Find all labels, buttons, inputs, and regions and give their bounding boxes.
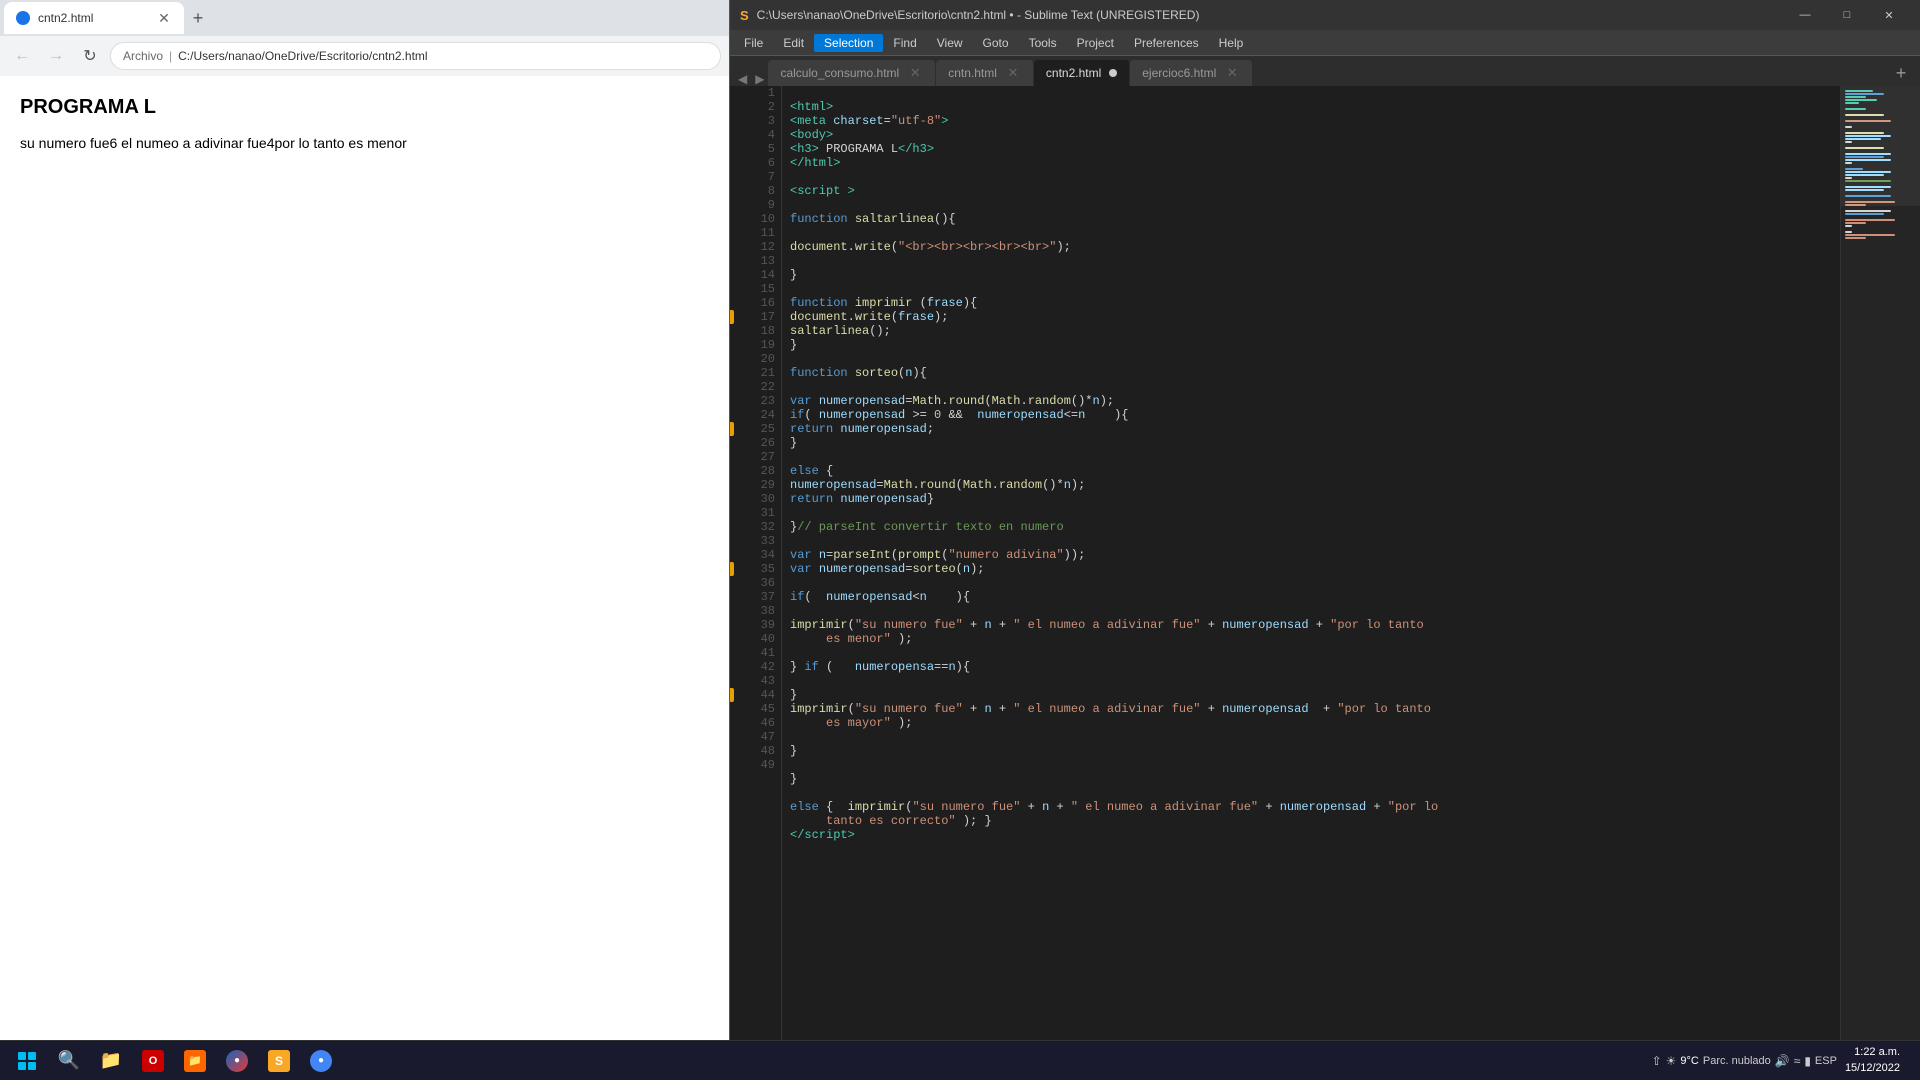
- menu-tools[interactable]: Tools: [1019, 34, 1067, 52]
- tab-label: calculo_consumo.html: [780, 66, 899, 80]
- temperature: 9°C: [1680, 1055, 1698, 1067]
- weather-icon: ☀: [1666, 1054, 1677, 1068]
- sublime-taskbar-icon: S: [268, 1050, 290, 1072]
- sublime-menu-bar: File Edit Selection Find View Goto Tools…: [730, 30, 1920, 56]
- editor-area: 1234 5678 9101112 13141516 17181920 2122…: [730, 86, 1920, 1058]
- sound-icon: 🔊: [1775, 1054, 1790, 1068]
- browser-pane: cntn2.html ✕ + ← → ↻ Archivo | C:/Users/…: [0, 0, 730, 1080]
- menu-selection[interactable]: Selection: [814, 34, 883, 52]
- app-icon-1[interactable]: O: [134, 1042, 172, 1080]
- address-bar[interactable]: Archivo | C:/Users/nanao/OneDrive/Escrit…: [110, 42, 721, 70]
- minimap[interactable]: [1840, 86, 1920, 1058]
- tab-label: cntn2.html: [1046, 66, 1101, 80]
- sublime-window-title: C:\Users\nanao\OneDrive\Escritorio\cntn2…: [757, 8, 1200, 22]
- chrome-icon: ●: [310, 1050, 332, 1072]
- close-tab-icon[interactable]: ✕: [907, 65, 923, 81]
- lang-label: ESP: [1815, 1055, 1837, 1067]
- system-icons: ⇧ ☀ 9°C Parc. nublado 🔊 ≈ ▮ ESP: [1652, 1054, 1837, 1068]
- app-icon-5[interactable]: ●: [302, 1042, 340, 1080]
- menu-help[interactable]: Help: [1209, 34, 1254, 52]
- modified-indicator: [1109, 69, 1117, 77]
- close-button[interactable]: ✕: [1868, 0, 1910, 30]
- search-taskbar-button[interactable]: 🔍: [50, 1042, 88, 1080]
- tab-nav-right[interactable]: ▶: [751, 72, 768, 86]
- tab-nav-left[interactable]: ◀: [734, 72, 751, 86]
- file-explorer-button[interactable]: 📁: [92, 1042, 130, 1080]
- browser-nav-bar: ← → ↻ Archivo | C:/Users/nanao/OneDrive/…: [0, 36, 729, 76]
- sublime-logo: S: [740, 8, 749, 23]
- menu-view[interactable]: View: [927, 34, 973, 52]
- tab-cntn[interactable]: cntn.html ✕: [936, 60, 1034, 86]
- menu-find[interactable]: Find: [883, 34, 926, 52]
- clock-time: 1:22 a.m.: [1845, 1045, 1900, 1060]
- wifi-icon: ≈: [1794, 1054, 1801, 1068]
- windows-icon: [18, 1052, 36, 1070]
- taskbar-clock: 1:22 a.m. 15/12/2022: [1845, 1045, 1900, 1076]
- gutter-mark-line34: [730, 562, 734, 576]
- editor-tab-bar: ◀ ▶ calculo_consumo.html ✕ cntn.html ✕ c…: [730, 56, 1920, 86]
- start-button[interactable]: [8, 1042, 46, 1080]
- tab-cntn2[interactable]: cntn2.html: [1034, 60, 1130, 86]
- tab-label: cntn.html: [948, 66, 997, 80]
- browser-tab[interactable]: cntn2.html ✕: [4, 2, 184, 34]
- page-title: PROGRAMA L: [20, 96, 709, 119]
- app-icon-2[interactable]: 📁: [176, 1042, 214, 1080]
- battery-icon: ▮: [1804, 1054, 1811, 1068]
- gutter-mark-line17: [730, 310, 734, 324]
- browser-tab-bar: cntn2.html ✕ +: [0, 0, 729, 36]
- line-numbers: 1234 5678 9101112 13141516 17181920 2122…: [740, 86, 782, 1058]
- maximize-button[interactable]: □: [1826, 0, 1868, 30]
- clock-date: 15/12/2022: [1845, 1061, 1900, 1076]
- app-icon-red: O: [142, 1050, 164, 1072]
- tab-label: ejercioc6.html: [1142, 66, 1216, 80]
- tab-calculo-consumo[interactable]: calculo_consumo.html ✕: [768, 60, 936, 86]
- browser-content: PROGRAMA L su numero fue6 el numeo a adi…: [0, 76, 729, 1080]
- menu-file[interactable]: File: [734, 34, 773, 52]
- gutter-markers: [730, 86, 740, 1058]
- network-icon: ⇧: [1652, 1054, 1662, 1068]
- code-editor[interactable]: <html> <meta charset="utf-8"> <body> <h3…: [782, 86, 1840, 1058]
- menu-preferences[interactable]: Preferences: [1124, 34, 1209, 52]
- minimize-button[interactable]: —: [1784, 0, 1826, 30]
- minimap-scroll-indicator: [1841, 86, 1920, 206]
- address-protocol: Archivo: [123, 49, 163, 63]
- system-tray: ⇧ ☀ 9°C Parc. nublado 🔊 ≈ ▮ ESP 1:22 a.m…: [1652, 1045, 1912, 1076]
- app-icon-3[interactable]: ●: [218, 1042, 256, 1080]
- tab-ejercioc6[interactable]: ejercioc6.html ✕: [1130, 60, 1253, 86]
- back-button[interactable]: ←: [8, 42, 36, 70]
- reload-button[interactable]: ↻: [76, 42, 104, 70]
- forward-button[interactable]: →: [42, 42, 70, 70]
- close-browser-tab-icon[interactable]: ✕: [156, 10, 172, 26]
- new-tab-button[interactable]: +: [184, 4, 212, 32]
- close-tab-icon[interactable]: ✕: [1224, 65, 1240, 81]
- gutter-mark-line43: [730, 688, 734, 702]
- address-path: C:/Users/nanao/OneDrive/Escritorio/cntn2…: [178, 49, 427, 63]
- add-tab-button[interactable]: +: [1886, 60, 1916, 86]
- weather-label: Parc. nublado: [1703, 1055, 1771, 1067]
- search-icon: 🔍: [58, 1050, 80, 1071]
- gutter-mark-line24: [730, 422, 734, 436]
- browser-tab-label: cntn2.html: [38, 11, 93, 25]
- sublime-titlebar: S C:\Users\nanao\OneDrive\Escritorio\cnt…: [730, 0, 1920, 30]
- window-controls: — □ ✕: [1784, 0, 1910, 30]
- folder-icon: 📁: [100, 1050, 122, 1071]
- app-icon-4[interactable]: S: [260, 1042, 298, 1080]
- editor-pane: S C:\Users\nanao\OneDrive\Escritorio\cnt…: [730, 0, 1920, 1080]
- close-tab-icon[interactable]: ✕: [1005, 65, 1021, 81]
- page-output: su numero fue6 el numeo a adivinar fue4p…: [20, 135, 709, 151]
- menu-edit[interactable]: Edit: [773, 34, 814, 52]
- browser-tab-icon: [16, 11, 30, 25]
- menu-project[interactable]: Project: [1067, 34, 1124, 52]
- app-icon-orange: 📁: [184, 1050, 206, 1072]
- taskbar: 🔍 📁 O 📁 ● S ● ⇧ ☀ 9°C Parc. nubl: [0, 1040, 1920, 1080]
- app-icon-browser: ●: [226, 1050, 248, 1072]
- menu-goto[interactable]: Goto: [973, 34, 1019, 52]
